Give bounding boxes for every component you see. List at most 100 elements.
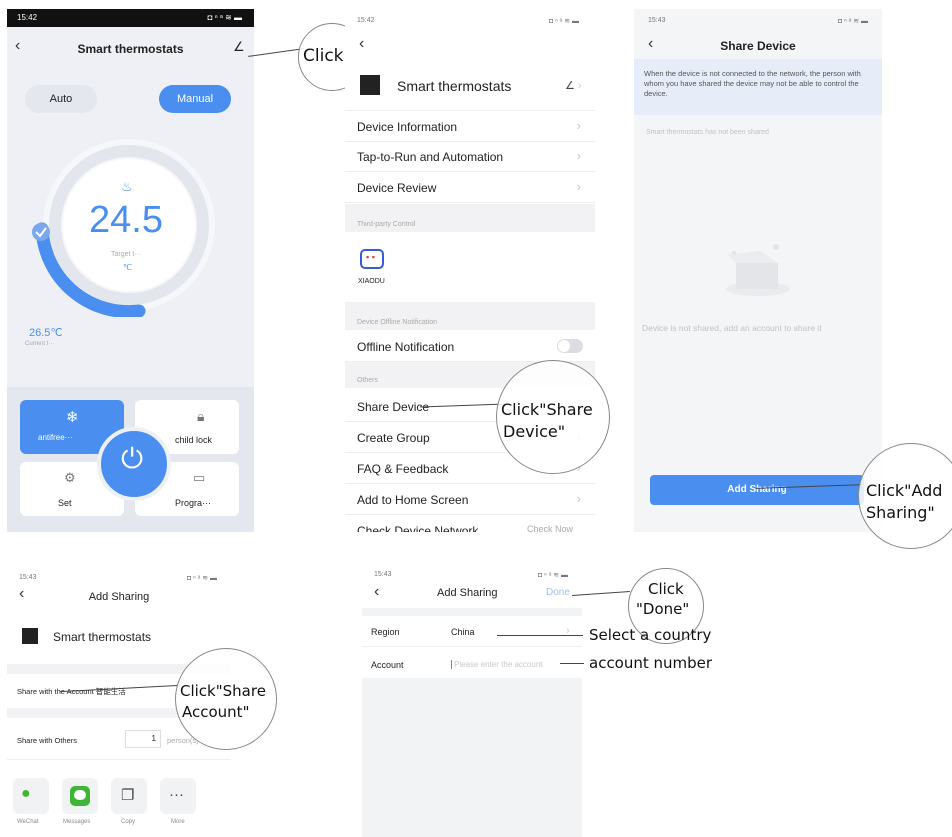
monitor-icon: ▭ xyxy=(193,470,206,485)
offline-notification-toggle[interactable] xyxy=(557,339,583,353)
chevron-right-icon: › xyxy=(576,148,581,163)
persons-input[interactable]: 1 xyxy=(125,730,161,748)
share-app-label: Copy xyxy=(121,819,136,825)
menu-label: Offline Notification xyxy=(357,340,455,354)
chevron-right-icon: › xyxy=(576,118,581,133)
share-app-label: Messages xyxy=(63,819,91,825)
add-sharing-button[interactable]: Add Sharing xyxy=(650,475,864,505)
device-name: Smart thermostats xyxy=(53,630,152,644)
annotation-done-2: "Done" xyxy=(636,600,690,618)
annotation-share-device-1: Click"Share xyxy=(501,400,593,419)
region-label: Region xyxy=(371,627,400,637)
share-device-screen: 15:43 ◘ ⁿ ᵃ ≋ ▬ ‹ Share Device When the … xyxy=(634,9,882,532)
share-app-label: More xyxy=(171,819,185,825)
status-icons: ◘ ⁿ ᵃ ≋ ▬ xyxy=(186,575,217,582)
region-select[interactable]: China xyxy=(451,627,475,637)
snowflake-icon: ❄ xyxy=(66,409,79,426)
menu-item-device-review[interactable]: Device Review › xyxy=(345,172,595,203)
status-icons: ◘ ⁿ ᵃ ≋ ▬ xyxy=(537,572,568,579)
antifreeze-label: antifree··· xyxy=(38,433,73,442)
network-notice: When the device is not connected to the … xyxy=(634,59,882,115)
annotation-line xyxy=(560,663,584,665)
check-now-label: Check Now xyxy=(526,524,573,532)
section-label: Third-party Control xyxy=(357,221,416,228)
section-label: Device Offline Notification xyxy=(357,319,438,326)
menu-label: Tap-to-Run and Automation xyxy=(357,150,504,164)
status-icons: ◘ ⁿ ᵃ ≋ ▬ xyxy=(207,13,242,22)
wechat-icon: ● xyxy=(21,785,31,802)
power-button[interactable]: ⏻ xyxy=(97,427,171,501)
xiaodu-label: XIAODU xyxy=(358,278,385,285)
current-label: Current t··· xyxy=(25,341,55,347)
wechat-button[interactable]: ● xyxy=(13,778,49,814)
page-title: Share Device xyxy=(720,39,796,53)
status-time: 15:43 xyxy=(374,571,392,578)
program-label: Progra··· xyxy=(175,498,212,508)
annotation-add-sharing-2: Sharing" xyxy=(866,503,935,522)
device-name: Smart thermostats xyxy=(397,78,512,94)
chevron-right-icon: › xyxy=(576,491,581,506)
add-sharing-account-screen: 15:43 ◘ ⁿ ᵃ ≋ ▬ ‹ Add Sharing Done Regio… xyxy=(362,566,582,837)
form-divider xyxy=(362,646,582,647)
menu-label: Share Device xyxy=(357,400,430,414)
target-temperature: 24.5 xyxy=(89,199,163,241)
status-time: 15:43 xyxy=(19,574,37,581)
lock-icon: 🔒︎ xyxy=(197,408,205,424)
status-time: 15:42 xyxy=(17,13,38,22)
mode-manual-button[interactable]: Manual xyxy=(159,85,231,113)
page-title: Add Sharing xyxy=(88,591,150,603)
back-icon[interactable]: ‹ xyxy=(359,35,364,53)
section-label: Others xyxy=(357,377,379,384)
page-title: Smart thermostats xyxy=(77,42,184,56)
annotation-account-number: account number xyxy=(589,654,713,672)
chevron-right-icon: › xyxy=(576,179,581,194)
copy-button[interactable]: ❐ xyxy=(111,778,147,814)
done-button[interactable]: Done xyxy=(546,587,570,598)
annotation-add-sharing-1: Click"Add xyxy=(866,481,943,500)
xiaodu-icon[interactable]: ▪ ▪ xyxy=(360,249,384,269)
page-title: Add Sharing xyxy=(437,587,498,599)
menu-item-add-home-screen[interactable]: Add to Home Screen › xyxy=(345,484,595,515)
menu-label: Check Device Network xyxy=(357,524,479,532)
annotation-done-1: Click xyxy=(648,580,684,598)
menu-label: Device Review xyxy=(357,181,437,195)
more-button[interactable]: ··· xyxy=(160,778,196,814)
share-app-label: WeChat xyxy=(17,819,39,825)
account-input[interactable]: Please enter the account xyxy=(451,660,543,669)
back-icon[interactable]: ‹ xyxy=(374,583,379,601)
not-shared-text: Smart thermostats has not been shared xyxy=(646,129,769,136)
menu-item-device-information[interactable]: Device Information › xyxy=(345,110,595,142)
empty-text: Device is not shared, add an account to … xyxy=(642,323,822,333)
annotation-line xyxy=(497,635,583,637)
annotation-share-device-2: Device" xyxy=(503,422,566,441)
set-label: Set xyxy=(58,498,72,508)
edit-name-icon[interactable]: ∠ › xyxy=(565,79,582,92)
device-thumbnail xyxy=(360,75,380,95)
flame-icon: ♨ xyxy=(121,179,133,194)
section-offline: Device Offline Notification xyxy=(345,302,595,330)
menu-item-check-network[interactable]: Check Device Network Check Now xyxy=(345,515,595,532)
toggle-knob xyxy=(558,340,570,352)
menu-item-tap-to-run[interactable]: Tap-to-Run and Automation › xyxy=(345,141,595,172)
annotation-line xyxy=(248,48,304,58)
section-third-party: Third-party Control xyxy=(345,204,595,232)
target-label: Target t··· xyxy=(111,251,142,258)
more-icon: ··· xyxy=(169,786,184,803)
status-icons: ◘ ⁿ ᵃ ≋ ▬ xyxy=(837,18,868,25)
gear-icon: ⚙ xyxy=(64,470,76,485)
empty-box-icon xyxy=(726,244,790,296)
annotation-share-account-2: Account" xyxy=(182,703,250,721)
mode-auto-button[interactable]: Auto xyxy=(25,85,97,113)
menu-label: Create Group xyxy=(357,431,430,445)
xiaodu-eyes: ▪ ▪ xyxy=(366,252,375,262)
annotation-select-country: Select a country xyxy=(589,626,712,644)
current-temperature: 26.5℃ xyxy=(29,327,63,339)
menu-label: Device Information xyxy=(357,120,458,134)
power-icon: ⏻ xyxy=(121,443,144,474)
unit-label: ℃ xyxy=(123,263,132,272)
menu-label: FAQ & Feedback xyxy=(357,462,449,476)
edit-icon[interactable]: ∠ xyxy=(233,39,245,55)
annotation-click: Click xyxy=(303,46,344,66)
messages-button[interactable] xyxy=(62,778,98,814)
menu-label: Add to Home Screen xyxy=(357,493,469,507)
